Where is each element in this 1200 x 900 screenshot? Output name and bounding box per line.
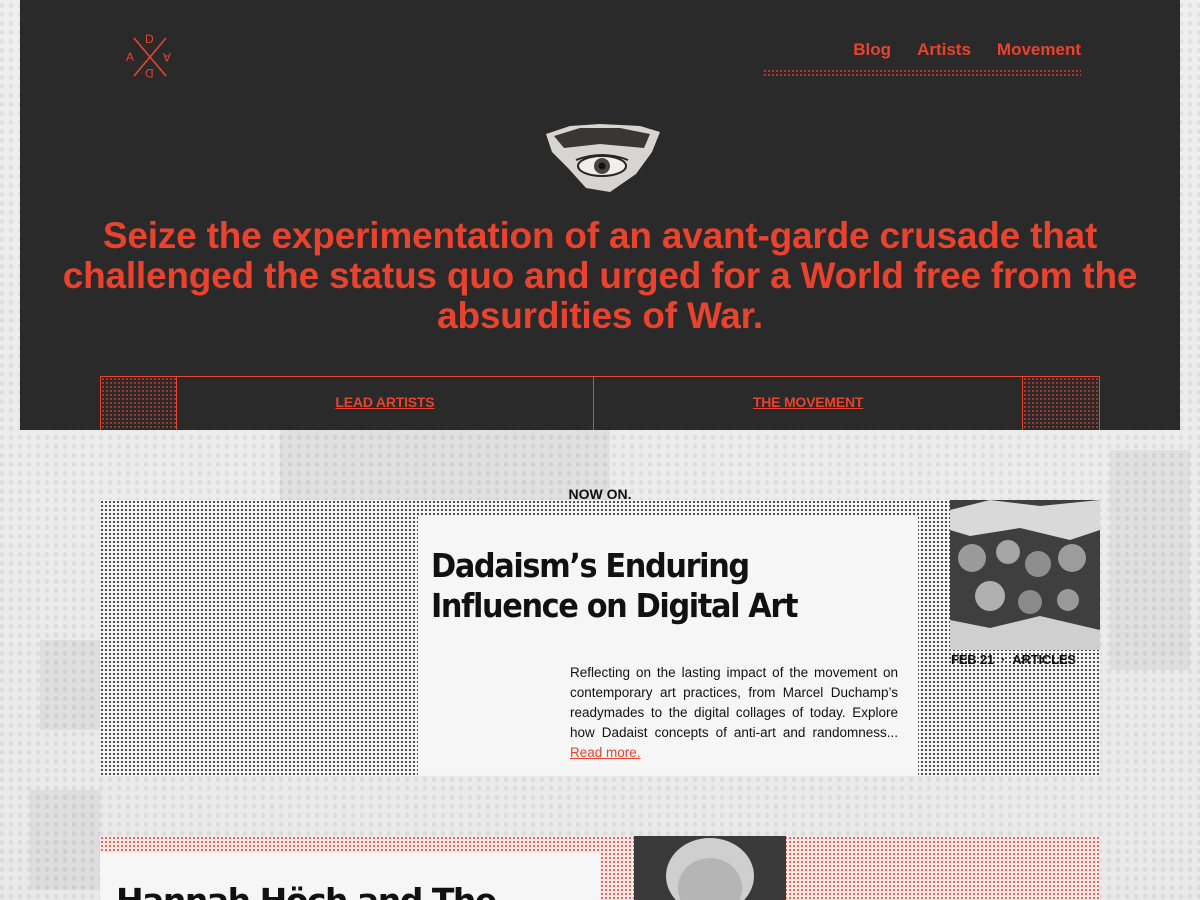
second-article: Hannah Höch and The xyxy=(100,836,1100,900)
tab-pattern-cell xyxy=(1023,377,1099,430)
newspaper-scrap xyxy=(1110,450,1190,670)
article-date: FEB 21 xyxy=(951,652,994,667)
hero-tab-bar: LEAD ARTISTS THE MOVEMENT xyxy=(100,376,1100,430)
article-card: Hannah Höch and The xyxy=(100,853,600,900)
main-nav: Blog Artists Movement xyxy=(853,40,1081,60)
portrait-photo xyxy=(634,836,786,900)
logo-letter: A xyxy=(163,50,172,64)
nav-dotted-rule xyxy=(763,69,1081,77)
tab-lead-artists: LEAD ARTISTS xyxy=(176,377,594,430)
article-meta: FEB 21 · ARTICLES xyxy=(951,652,1076,667)
featured-article: Dadaism’s Enduring Influence on Digital … xyxy=(100,500,1100,776)
tab-the-movement: THE MOVEMENT xyxy=(594,377,1024,430)
read-more-link[interactable]: Read more. xyxy=(570,745,641,760)
article-card: Dadaism’s Enduring Influence on Digital … xyxy=(418,517,918,775)
meta-separator: · xyxy=(1001,652,1006,667)
nav-link-blog[interactable]: Blog xyxy=(853,40,891,60)
newspaper-scrap xyxy=(40,640,100,730)
article-category[interactable]: ARTICLES xyxy=(1012,652,1076,667)
the-movement-link[interactable]: THE MOVEMENT xyxy=(748,394,868,410)
logo-letter: D xyxy=(145,32,154,46)
hero-section: D A A D Blog Artists Movement Seize the … xyxy=(20,0,1180,430)
dada-logo[interactable]: D A A D xyxy=(126,32,172,80)
logo-letter: D xyxy=(145,66,154,80)
nav-link-movement[interactable]: Movement xyxy=(997,40,1081,60)
newspaper-scrap xyxy=(30,790,100,890)
group-photo-image[interactable] xyxy=(950,500,1100,650)
portrait-photo-image[interactable] xyxy=(634,836,786,900)
nav-link-artists[interactable]: Artists xyxy=(917,40,971,60)
hero-headline: Seize the experimentation of an avant-ga… xyxy=(62,215,1138,336)
article-title[interactable]: Dadaism’s Enduring Influence on Digital … xyxy=(431,546,863,626)
lead-artists-link[interactable]: LEAD ARTISTS xyxy=(331,394,439,410)
torn-eye-collage-image xyxy=(546,124,660,192)
group-photo-collage xyxy=(950,500,1100,650)
tab-pattern-cell xyxy=(101,377,177,430)
article-title[interactable]: Hannah Höch and The xyxy=(116,881,497,900)
article-excerpt: Reflecting on the lasting impact of the … xyxy=(570,663,898,763)
logo-letter: A xyxy=(126,50,135,64)
article-excerpt-text: Reflecting on the lasting impact of the … xyxy=(570,665,898,740)
